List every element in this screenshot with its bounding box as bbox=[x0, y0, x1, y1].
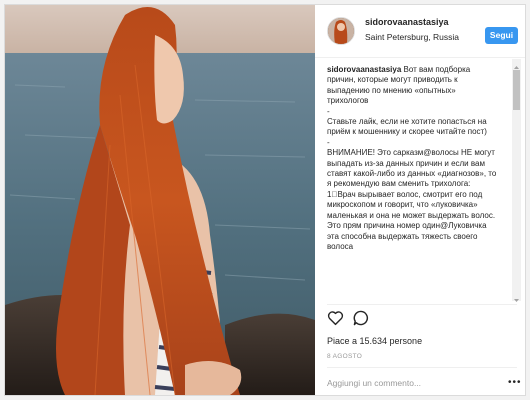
speech-bubble-icon[interactable] bbox=[353, 310, 369, 331]
location-link[interactable]: Saint Petersburg, Russia bbox=[365, 32, 459, 42]
username-link[interactable]: sidorovaanastasiya bbox=[365, 17, 449, 27]
post-date: 8 AGOSTO bbox=[327, 353, 363, 360]
comment-input[interactable]: Aggiungi un commento... bbox=[327, 378, 421, 388]
post-dialog: sidorovaanastasiya Saint Petersburg, Rus… bbox=[4, 4, 526, 396]
caption-username[interactable]: sidorovaanastasiya bbox=[327, 65, 401, 74]
photo-image bbox=[5, 5, 315, 395]
caption-scrollbar[interactable] bbox=[512, 59, 521, 302]
scroll-thumb[interactable] bbox=[513, 70, 520, 110]
heart-outline-icon[interactable] bbox=[327, 310, 344, 331]
post-photo[interactable] bbox=[5, 5, 315, 395]
scroll-down-arrow-icon[interactable] bbox=[512, 292, 521, 302]
post-sidebar: sidorovaanastasiya Saint Petersburg, Rus… bbox=[315, 5, 525, 395]
avatar[interactable] bbox=[327, 17, 355, 45]
caption: sidorovaanastasiya Вот вам подборка прич… bbox=[327, 65, 497, 300]
likes-count[interactable]: Piace a 15.634 persone bbox=[327, 336, 422, 346]
divider bbox=[327, 304, 517, 305]
scroll-up-arrow-icon[interactable] bbox=[512, 59, 521, 69]
divider bbox=[327, 367, 517, 368]
more-options-button[interactable]: ••• bbox=[508, 377, 522, 388]
follow-button[interactable]: Segui bbox=[485, 27, 518, 44]
post-header: sidorovaanastasiya Saint Petersburg, Rus… bbox=[315, 5, 525, 58]
caption-text: Вот вам подборка причин, которые могут п… bbox=[327, 65, 497, 251]
